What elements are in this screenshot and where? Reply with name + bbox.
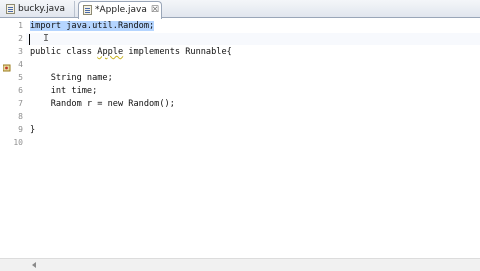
line-number: 10 — [13, 138, 23, 147]
line-number: 9 — [18, 125, 23, 134]
line-number: 4 — [18, 60, 23, 69]
line-number: 2 — [18, 34, 23, 43]
line-number: 7 — [18, 99, 23, 108]
tab-bucky-java[interactable]: bucky.java — [2, 1, 75, 17]
warning-marker-icon[interactable] — [3, 64, 11, 72]
code-line-9: } — [30, 125, 36, 135]
code-editor[interactable]: import java.util.Random; public class Ap… — [30, 18, 480, 258]
ibeam-cursor-icon: I — [43, 33, 50, 44]
class-name: Apple — [97, 47, 124, 57]
java-file-icon — [83, 5, 92, 15]
text-caret — [29, 34, 30, 45]
class-declaration-end: implements Runnable{ — [123, 47, 232, 57]
class-declaration-start: public class — [30, 47, 98, 57]
horizontal-scrollbar[interactable] — [0, 258, 480, 271]
code-line-6: int time; — [30, 86, 98, 96]
code-line-7: Random r = new Random(); — [30, 99, 175, 109]
scroll-left-icon[interactable] — [32, 262, 36, 268]
code-line-5: String name; — [30, 73, 113, 83]
close-icon[interactable]: ☒ — [151, 2, 159, 18]
tab-label: *Apple.java — [95, 5, 147, 15]
line-number: 8 — [18, 112, 23, 121]
line-number: 5 — [18, 73, 23, 82]
line-number: 3 — [18, 47, 23, 56]
java-file-icon — [6, 4, 15, 14]
line-number-gutter: 1 2 3 4 5 6 7 8 9 10 — [0, 18, 26, 258]
line-number: 1 — [18, 21, 23, 30]
editor-tab-bar: bucky.java *Apple.java ☒ — [0, 0, 480, 19]
code-line-1: import java.util.Random; — [30, 20, 155, 32]
code-line-3: public class Apple implements Runnable{ — [30, 46, 232, 58]
tab-apple-java[interactable]: *Apple.java ☒ — [78, 1, 162, 19]
tab-label: bucky.java — [18, 4, 66, 14]
selected-text: import java.util.Random; — [30, 21, 155, 31]
line-number: 6 — [18, 86, 23, 95]
